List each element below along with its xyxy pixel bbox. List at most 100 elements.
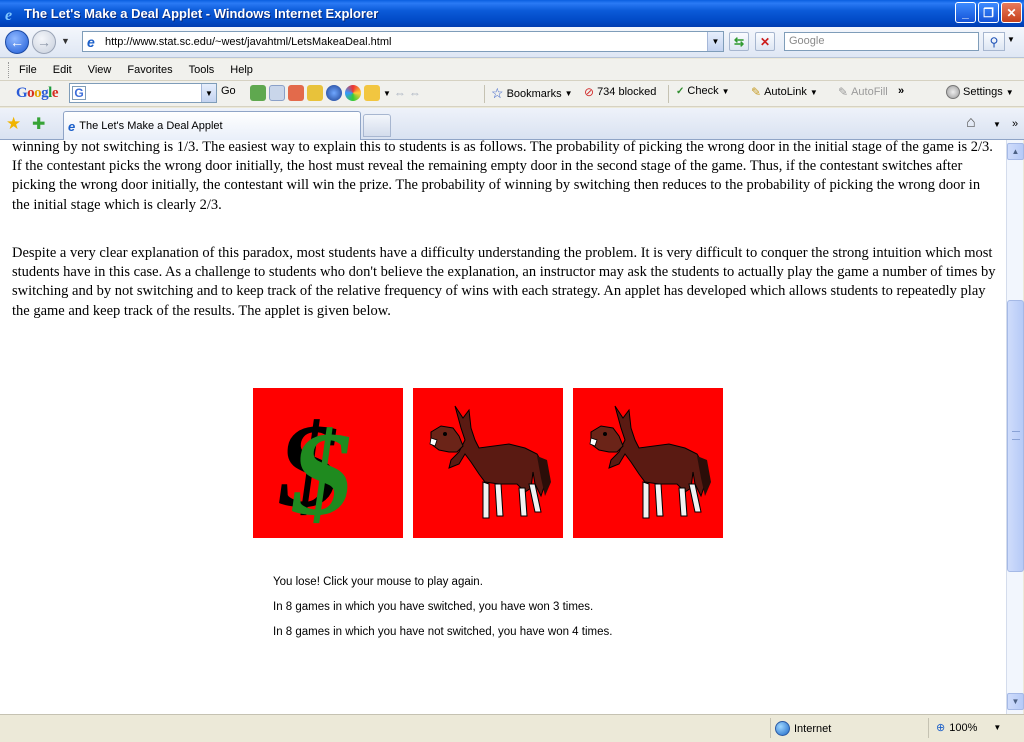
donkey-icon: [573, 388, 723, 538]
zone-label: Internet: [794, 722, 832, 735]
toolbar-grip[interactable]: [8, 61, 11, 78]
send-back-icon[interactable]: ⇔: [394, 86, 406, 100]
svg-text:e: e: [5, 7, 12, 22]
toolbar-overflow-button[interactable]: »: [898, 85, 904, 97]
tab-label: The Let's Make a Deal Applet: [79, 120, 223, 132]
google-search-dropdown[interactable]: ▼: [201, 84, 216, 102]
chevron-down-icon: ▼: [809, 87, 818, 97]
zoom-level: 100%: [949, 721, 978, 734]
window-controls: _ ❐ ✕: [955, 2, 1022, 23]
tab-bar: ★ ✚ e The Let's Make a Deal Applet ⌂ ▼ »: [0, 108, 1024, 140]
popup-blocker-button[interactable]: ⊘ 734 blocked: [584, 85, 656, 99]
image-search-icon[interactable]: [250, 85, 266, 101]
search-button[interactable]: ⚲: [983, 32, 1005, 51]
autolink-button[interactable]: ✎ AutoLink ▼: [751, 85, 818, 99]
vertical-scrollbar[interactable]: ▲ ▼: [1006, 140, 1024, 714]
scroll-down-button[interactable]: ▼: [1007, 693, 1024, 710]
google-go-button[interactable]: Go: [221, 85, 236, 97]
more-buttons-dropdown[interactable]: ▼: [383, 89, 391, 98]
blocked-count: 734 blocked: [597, 86, 657, 98]
close-button[interactable]: ✕: [1001, 2, 1022, 23]
autolink-label: AutoLink: [764, 86, 807, 98]
settings-button[interactable]: Settings ▼: [946, 85, 1014, 99]
chevron-down-icon: ▼: [1005, 87, 1014, 97]
page-icon: e: [87, 33, 95, 50]
address-bar[interactable]: e http://www.stat.sc.edu/~west/javahtml/…: [82, 31, 724, 52]
chevron-down-icon: ▼: [993, 723, 1002, 732]
menu-edit[interactable]: Edit: [53, 64, 72, 76]
home-icon[interactable]: ⌂: [966, 114, 976, 132]
recent-pages-dropdown[interactable]: ▼: [61, 36, 70, 46]
google-search-input[interactable]: G ▼: [69, 83, 217, 103]
game-result-message: You lose! Click your mouse to play again…: [273, 576, 483, 588]
chevron-down-icon: ▼: [721, 86, 730, 96]
dollar-sign-icon: $ $: [253, 388, 403, 538]
door-1-dollar-prize[interactable]: $ $: [253, 388, 403, 538]
door-3-donkey[interactable]: [573, 388, 723, 538]
favorites-star-icon[interactable]: ★: [6, 114, 21, 134]
folder-icon[interactable]: [307, 85, 323, 101]
new-tab-button[interactable]: [363, 114, 391, 137]
challenge-paragraph: Despite a very clear explanation of this…: [12, 245, 996, 319]
title-bar: e The Let's Make a Deal Applet - Windows…: [0, 0, 1024, 27]
chat-icon[interactable]: [269, 85, 285, 101]
status-divider: [770, 718, 771, 738]
toolbar-separator: [484, 85, 485, 103]
menu-tools[interactable]: Tools: [189, 64, 215, 76]
autofill-button[interactable]: ✎ AutoFill: [838, 85, 888, 99]
scroll-thumb[interactable]: [1007, 300, 1024, 572]
earth-icon[interactable]: [326, 85, 342, 101]
picasa-icon[interactable]: [345, 85, 361, 101]
page-content: winning by not switching is 1/3. The eas…: [0, 140, 1006, 714]
address-dropdown-button[interactable]: ▼: [707, 32, 723, 51]
bookmarks-button[interactable]: ☆ Bookmarks ▼: [491, 85, 573, 102]
page-icon: e: [68, 118, 76, 134]
autofill-label: AutoFill: [851, 86, 888, 98]
search-input[interactable]: Google: [784, 32, 979, 51]
menu-file[interactable]: File: [19, 64, 37, 76]
donkey-icon: [413, 388, 563, 538]
toolbar-separator: [668, 85, 669, 103]
send-forward-icon[interactable]: ⇔: [409, 86, 421, 100]
back-button[interactable]: ←: [5, 30, 29, 54]
wrench-icon: [946, 85, 960, 99]
minimize-button[interactable]: _: [955, 2, 976, 23]
tab-lets-make-a-deal[interactable]: e The Let's Make a Deal Applet: [63, 111, 361, 140]
status-divider: [928, 718, 929, 738]
refresh-button[interactable]: ⇆: [729, 32, 749, 51]
settings-label: Settings: [963, 86, 1003, 98]
zoom-control[interactable]: ⊕ 100% ▼: [936, 721, 1002, 735]
zoom-icon: ⊕: [936, 722, 946, 734]
search-icon: ⚲: [989, 34, 999, 49]
autofill-icon: ✎: [838, 85, 849, 99]
menu-view[interactable]: View: [88, 64, 112, 76]
door-2-donkey[interactable]: [413, 388, 563, 538]
news-icon[interactable]: [288, 85, 304, 101]
spellcheck-button[interactable]: ✓ Check ▼: [676, 85, 730, 97]
scroll-up-button[interactable]: ▲: [1007, 143, 1024, 160]
home-dropdown[interactable]: ▼: [993, 120, 1001, 129]
google-g-icon: G: [72, 86, 86, 100]
menu-favorites[interactable]: Favorites: [127, 64, 172, 76]
ie-logo-icon: e: [4, 6, 20, 24]
security-zone[interactable]: Internet: [775, 721, 831, 736]
toolbar-more-chevron[interactable]: »: [1012, 118, 1018, 130]
search-options-dropdown[interactable]: ▼: [1007, 35, 1015, 44]
add-favorite-icon[interactable]: ✚: [32, 114, 45, 134]
menu-bar: File Edit View Favorites Tools Help: [0, 59, 1024, 81]
maximize-button[interactable]: ❐: [978, 2, 999, 23]
menu-help[interactable]: Help: [230, 64, 253, 76]
google-logo[interactable]: Google: [16, 85, 59, 102]
globe-icon: [775, 721, 790, 736]
window-title: The Let's Make a Deal Applet - Windows I…: [24, 6, 379, 21]
not-switched-stats: In 8 games in which you have not switche…: [273, 626, 613, 638]
address-url[interactable]: http://www.stat.sc.edu/~west/javahtml/Le…: [105, 36, 391, 48]
address-toolbar: ← → ▼ e http://www.stat.sc.edu/~west/jav…: [0, 27, 1024, 58]
stop-button[interactable]: ✕: [755, 32, 775, 51]
forward-button[interactable]: →: [32, 30, 56, 54]
status-bar: Internet ⊕ 100% ▼: [0, 714, 1024, 742]
blocked-icon: ⊘: [584, 85, 595, 99]
notebook-icon[interactable]: [364, 85, 380, 101]
toolbar-icons-group: ▼ ⇔ ⇔: [250, 85, 421, 101]
switched-stats: In 8 games in which you have switched, y…: [273, 601, 594, 613]
